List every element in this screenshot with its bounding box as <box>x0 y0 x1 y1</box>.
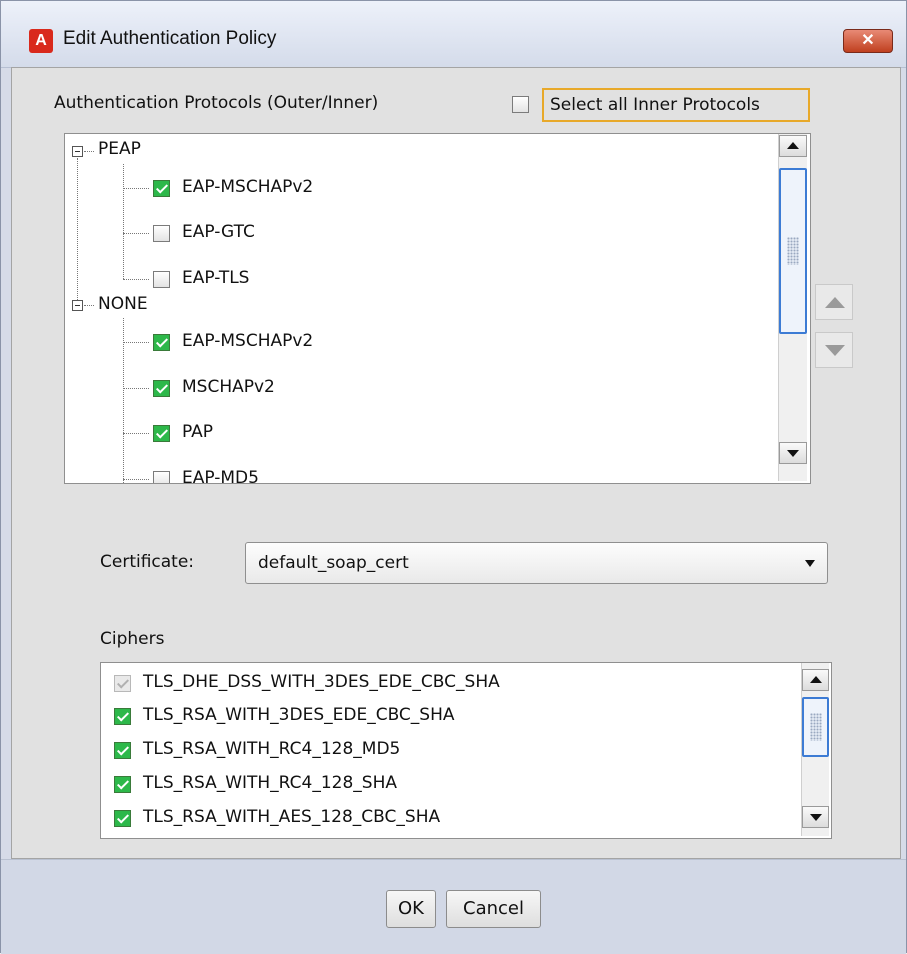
chevron-down-icon <box>805 560 815 567</box>
select-all-label[interactable]: Select all Inner Protocols <box>550 95 760 115</box>
cipher-checkbox[interactable] <box>114 708 131 725</box>
ok-button[interactable]: OK <box>386 890 436 928</box>
cancel-button[interactable]: Cancel <box>446 890 541 928</box>
peap-eap-tls-label: EAP-TLS <box>182 268 250 288</box>
none-eap-mschapv2-label: EAP-MSCHAPv2 <box>182 331 314 351</box>
tree-group-none[interactable]: NONE <box>98 294 148 314</box>
none-eap-md5-label: EAP-MD5 <box>182 468 259 484</box>
scroll-up-arrow-icon <box>809 676 822 683</box>
collapse-none-icon[interactable] <box>72 300 83 311</box>
auth-protocols-label: Authentication Protocols (Outer/Inner) <box>54 93 379 113</box>
certificate-dropdown[interactable]: default_soap_cert <box>245 542 828 584</box>
scroll-thumb[interactable] <box>779 168 807 334</box>
scroll-down-arrow-icon <box>809 814 822 821</box>
none-eap-md5-checkbox[interactable] <box>153 471 170 483</box>
none-mschapv2-label: MSCHAPv2 <box>182 377 275 397</box>
collapse-peap-icon[interactable] <box>72 146 83 157</box>
cipher-checkbox[interactable] <box>114 810 131 827</box>
protocol-tree-scrollbar[interactable] <box>778 134 807 481</box>
peap-eap-mschapv2-checkbox[interactable] <box>153 180 170 197</box>
cipher-label: TLS_RSA_WITH_3DES_EDE_CBC_SHA <box>143 705 455 725</box>
none-eap-mschapv2-checkbox[interactable] <box>153 334 170 351</box>
window-title: Edit Authentication Policy <box>63 28 277 49</box>
arrow-down-icon <box>825 345 845 356</box>
cipher-checkbox[interactable] <box>114 776 131 793</box>
ciphers-list[interactable]: TLS_DHE_DSS_WITH_3DES_EDE_CBC_SHA TLS_RS… <box>100 662 832 839</box>
grip-icon <box>787 237 799 265</box>
arrow-up-icon <box>825 297 845 308</box>
cipher-label: TLS_RSA_WITH_RC4_128_SHA <box>143 773 397 793</box>
scroll-down-arrow-icon <box>787 450 799 457</box>
cipher-checkbox[interactable] <box>114 675 131 692</box>
cipher-label: TLS_RSA_WITH_AES_128_CBC_SHA <box>143 807 441 827</box>
protocol-tree[interactable]: PEAP EAP-MSCHAPv2 EAP-GTC EAP-TLS NONE E… <box>64 133 811 484</box>
certificate-label: Certificate: <box>100 552 195 572</box>
close-button[interactable]: ✕ <box>843 29 893 53</box>
none-pap-label: PAP <box>182 422 214 442</box>
dialog-content: Authentication Protocols (Outer/Inner) S… <box>11 67 901 859</box>
app-logo-icon: A <box>29 29 53 53</box>
ciphers-scrollbar[interactable] <box>801 663 829 836</box>
none-mschapv2-checkbox[interactable] <box>153 380 170 397</box>
dialog-window: A Edit Authentication Policy ✕ Authentic… <box>0 0 907 954</box>
none-pap-checkbox[interactable] <box>153 425 170 442</box>
cipher-label: TLS_DHE_DSS_WITH_3DES_EDE_CBC_SHA <box>143 672 500 692</box>
tree-group-peap[interactable]: PEAP <box>98 139 141 159</box>
select-all-focus-ring: Select all Inner Protocols <box>542 88 810 122</box>
grip-icon <box>809 713 822 741</box>
cipher-checkbox[interactable] <box>114 742 131 759</box>
certificate-value: default_soap_cert <box>258 553 409 573</box>
scroll-up-arrow-icon <box>787 142 799 149</box>
cipher-scroll-up-button[interactable] <box>802 669 829 691</box>
button-bar: OK Cancel <box>1 859 906 954</box>
title-bar: A Edit Authentication Policy ✕ <box>1 1 906 68</box>
peap-eap-gtc-checkbox[interactable] <box>153 225 170 242</box>
scroll-up-button[interactable] <box>779 135 807 157</box>
move-down-button[interactable] <box>815 332 853 368</box>
select-all-inner-checkbox[interactable] <box>512 96 529 113</box>
peap-eap-mschapv2-label: EAP-MSCHAPv2 <box>182 177 314 197</box>
cipher-scroll-down-button[interactable] <box>802 806 829 828</box>
ciphers-label: Ciphers <box>100 629 165 649</box>
peap-eap-gtc-label: EAP-GTC <box>182 222 255 242</box>
peap-eap-tls-checkbox[interactable] <box>153 271 170 288</box>
cipher-scroll-thumb[interactable] <box>802 697 829 757</box>
scroll-down-button[interactable] <box>779 442 807 464</box>
cipher-label: TLS_RSA_WITH_RC4_128_MD5 <box>143 739 401 759</box>
move-up-button[interactable] <box>815 284 853 320</box>
